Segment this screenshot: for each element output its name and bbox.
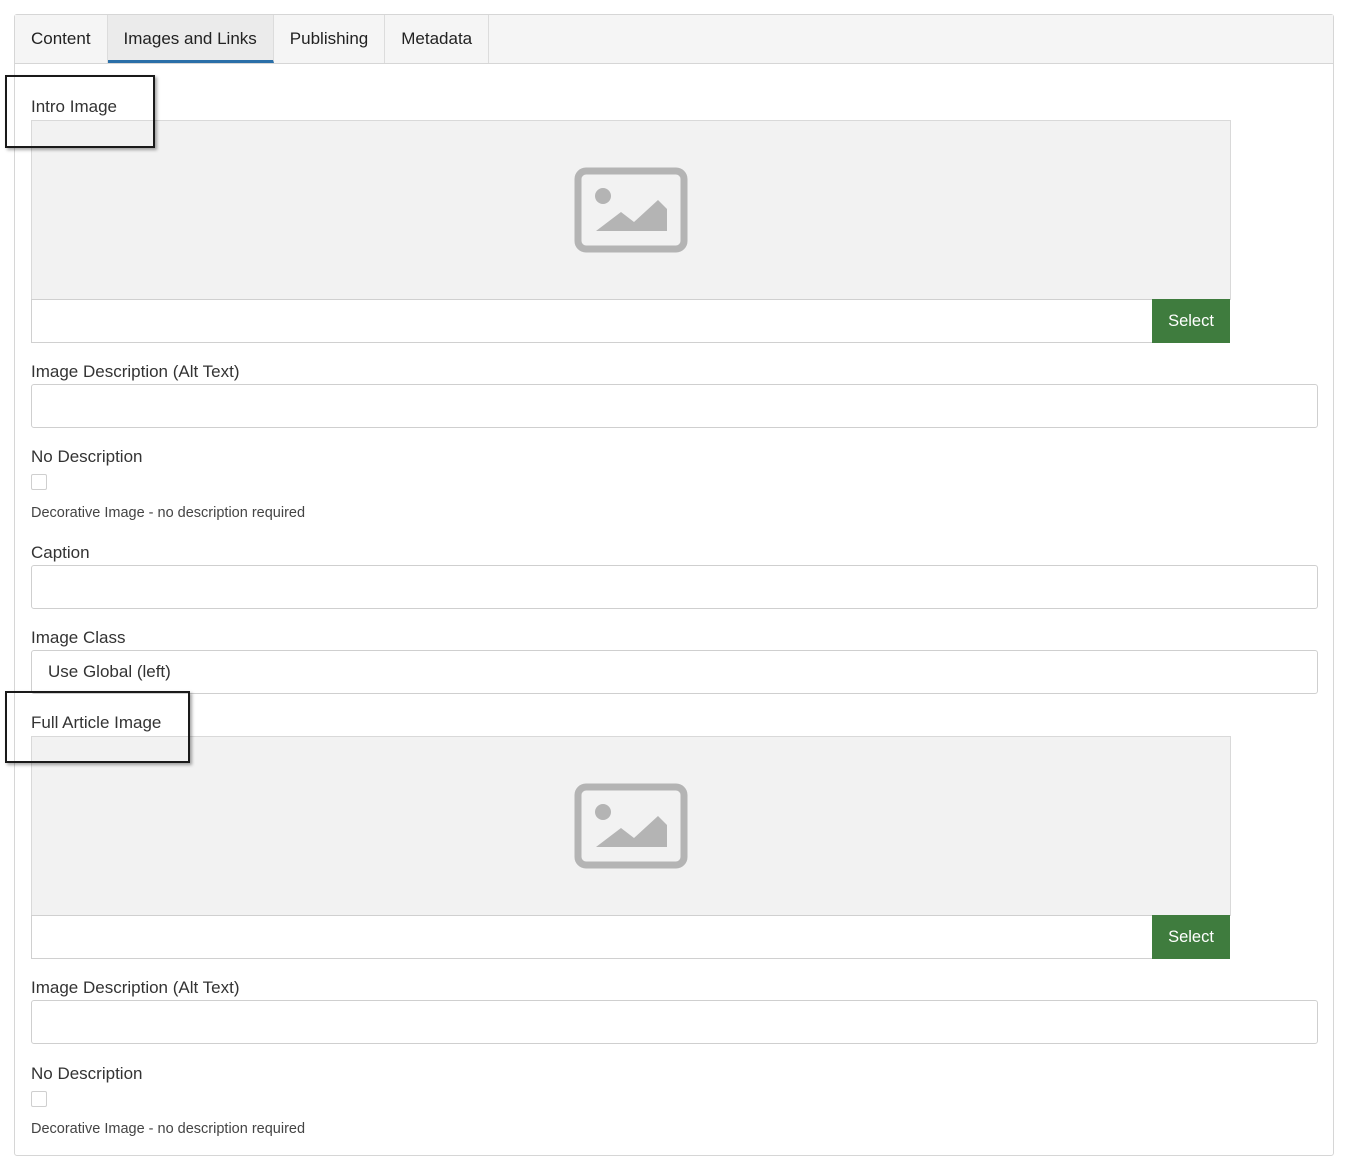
intro-decorative-hint: Decorative Image - no description requir… [31, 505, 306, 521]
full-article-image-preview [31, 736, 1231, 916]
full-no-description-label: No Description [31, 1064, 143, 1083]
full-article-image-path-input[interactable] [31, 915, 1152, 959]
full-alt-text-input[interactable] [31, 1000, 1318, 1044]
full-article-image-path-row: Select [31, 915, 1230, 959]
article-edit-panel: Content Images and Links Publishing Meta… [14, 14, 1334, 1156]
intro-caption-label: Caption [31, 543, 90, 562]
intro-image-highlight-box [5, 75, 155, 148]
intro-image-preview [31, 120, 1231, 300]
tab-metadata[interactable]: Metadata [385, 15, 490, 63]
tab-content[interactable]: Content [15, 15, 108, 63]
tab-bar: Content Images and Links Publishing Meta… [15, 15, 1333, 64]
full-alt-text-label: Image Description (Alt Text) [31, 978, 240, 997]
image-placeholder-icon [574, 167, 688, 253]
intro-image-class-select[interactable]: Use Global (left) [31, 650, 1318, 694]
full-no-description-checkbox[interactable] [31, 1091, 47, 1107]
intro-alt-text-input[interactable] [31, 384, 1318, 428]
tab-images-and-links[interactable]: Images and Links [107, 15, 274, 63]
intro-image-select-button[interactable]: Select [1152, 299, 1230, 343]
intro-image-path-input[interactable] [31, 299, 1152, 343]
tab-publishing[interactable]: Publishing [274, 15, 386, 63]
intro-alt-text-label: Image Description (Alt Text) [31, 362, 240, 381]
intro-no-description-checkbox[interactable] [31, 474, 47, 490]
full-decorative-hint: Decorative Image - no description requir… [31, 1121, 306, 1137]
intro-image-class-label: Image Class [31, 628, 126, 647]
full-article-image-highlight-box [5, 691, 190, 763]
full-article-image-select-button[interactable]: Select [1152, 915, 1230, 959]
image-placeholder-icon [574, 783, 688, 869]
intro-image-path-row: Select [31, 299, 1230, 343]
intro-caption-input[interactable] [31, 565, 1318, 609]
intro-no-description-label: No Description [31, 447, 143, 466]
